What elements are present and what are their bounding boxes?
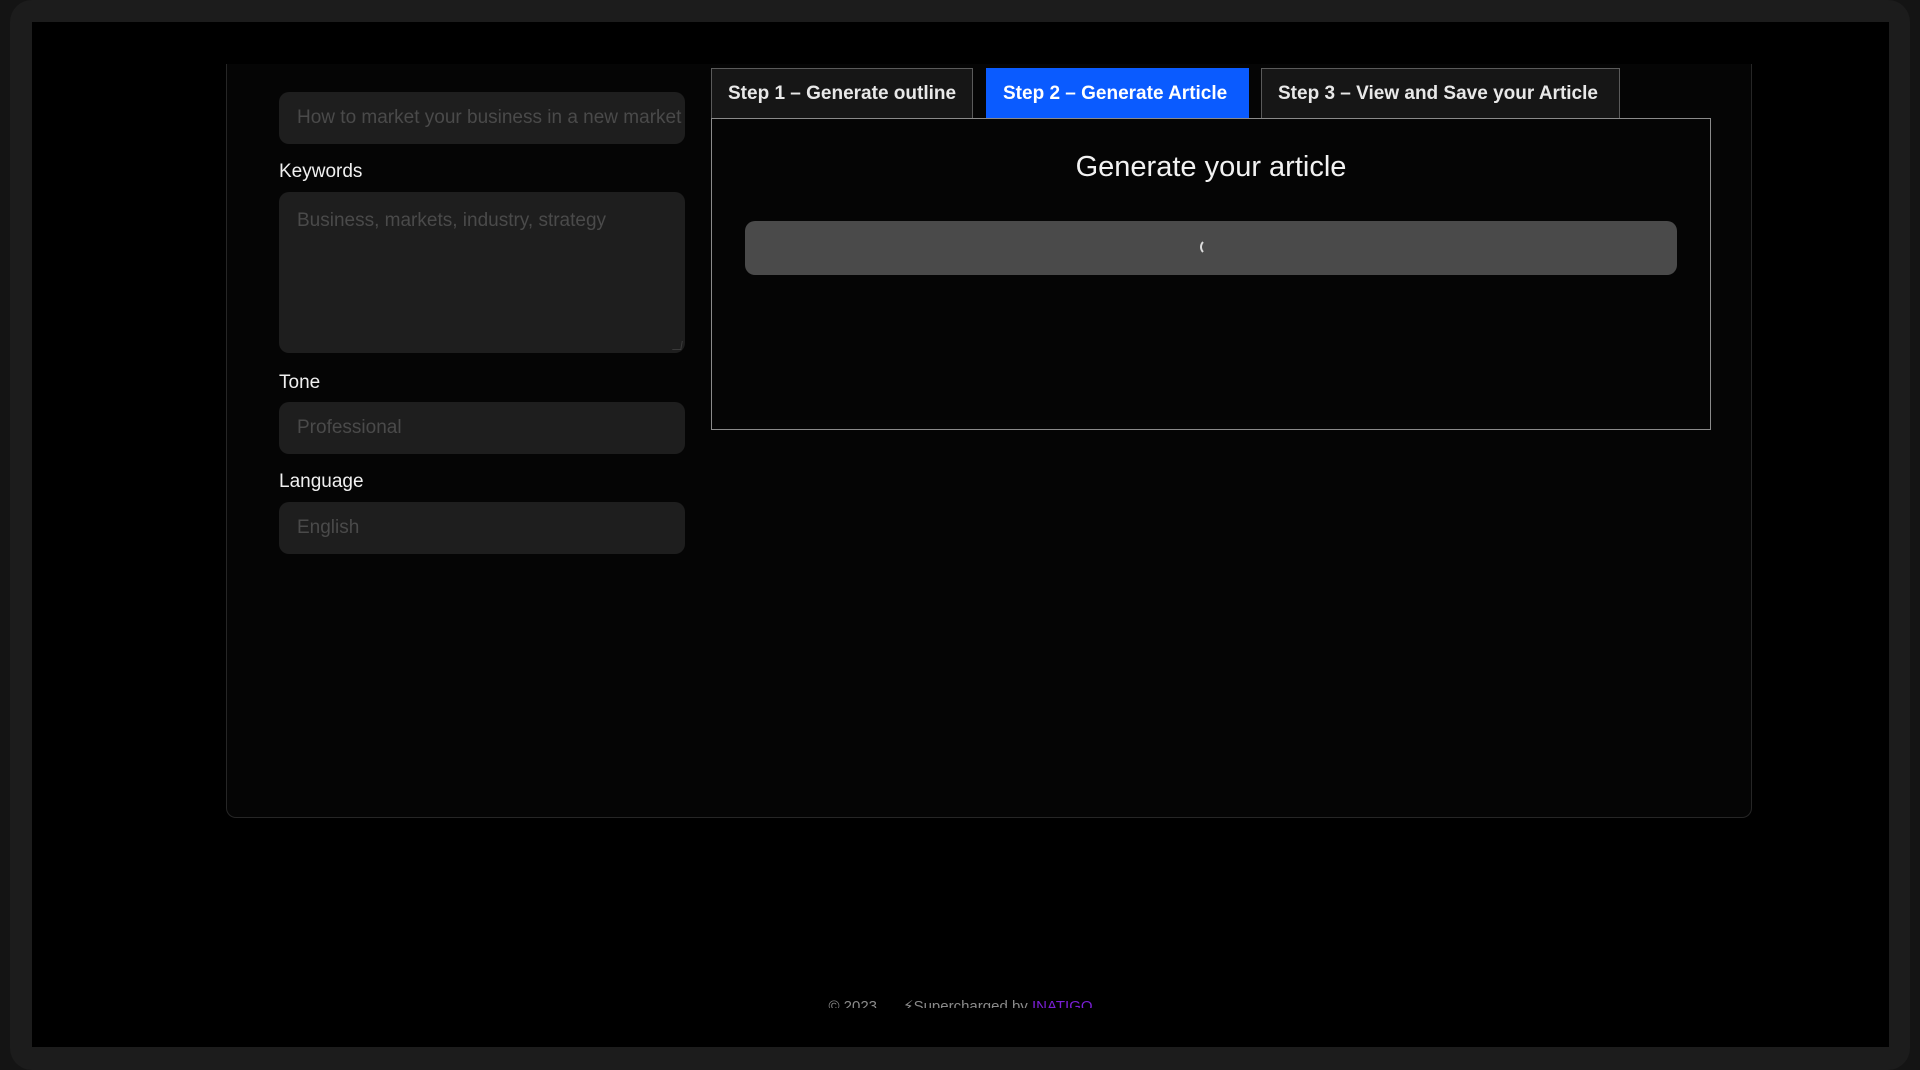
keywords-placeholder: Business, markets, industry, strategy xyxy=(297,210,607,231)
footer: © 2023 ⚡Supercharged by INATIGO xyxy=(32,994,1889,1008)
keywords-label: Keywords xyxy=(279,161,363,182)
language-placeholder: English xyxy=(297,517,360,538)
footer-brand-link[interactable]: INATIGO xyxy=(1032,998,1093,1008)
tone-placeholder: Professional xyxy=(297,417,402,438)
panel-title: Generate your article xyxy=(1075,151,1347,183)
loading-spinner-icon xyxy=(1200,239,1216,255)
language-input[interactable]: English xyxy=(279,502,685,554)
language-label: Language xyxy=(279,471,364,492)
topic-placeholder: How to market your business in a new mar… xyxy=(297,107,682,128)
footer-copyright: © 2023 xyxy=(828,998,878,1008)
screen: How to market your business in a new mar… xyxy=(32,22,1889,1047)
footer-supercharged: ⚡Supercharged by xyxy=(903,998,1032,1008)
generate-article-panel: Generate your article xyxy=(711,118,1711,430)
tone-input[interactable]: Professional xyxy=(279,402,685,454)
generate-article-button[interactable] xyxy=(745,221,1677,275)
topic-input[interactable]: How to market your business in a new mar… xyxy=(279,92,685,144)
tab-step-3-view-and-save[interactable]: Step 3 – View and Save your Article xyxy=(1261,68,1620,118)
resize-handle-icon[interactable] xyxy=(672,341,683,350)
tone-label: Tone xyxy=(279,372,321,393)
keywords-textarea[interactable]: Business, markets, industry, strategy xyxy=(279,192,685,353)
tab-step-2-generate-article[interactable]: Step 2 – Generate Article xyxy=(986,68,1249,118)
tab-step-1-generate-outline[interactable]: Step 1 – Generate outline xyxy=(711,68,973,118)
